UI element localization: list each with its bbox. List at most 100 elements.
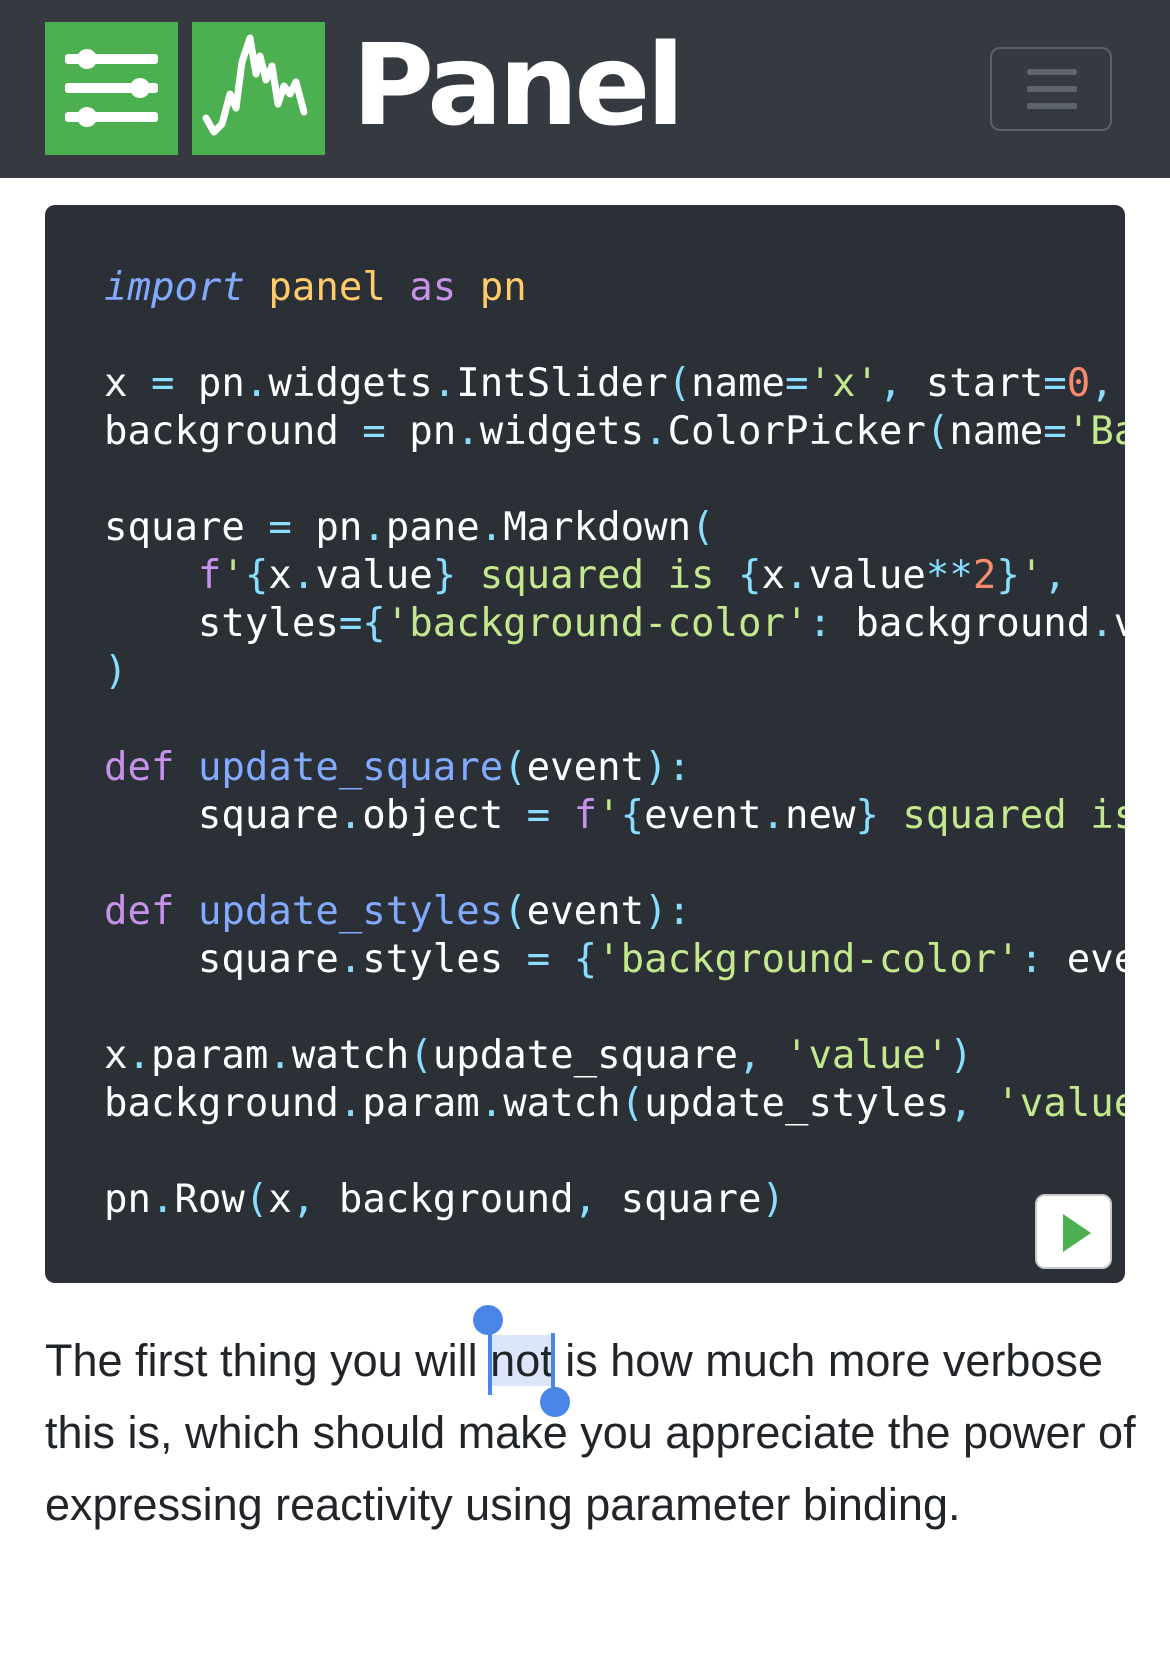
code-token: ): [644, 889, 692, 934]
code-token: . [338, 937, 363, 982]
code-line: square.object = f'{event.new} squared is [104, 792, 1125, 840]
code-token: v [1114, 601, 1125, 646]
code-token: : [808, 601, 832, 646]
code-token: } [855, 793, 879, 838]
code-token: pn [385, 409, 457, 454]
code-token: def [104, 745, 175, 790]
line-chart-icon[interactable] [192, 22, 325, 155]
code-token: . [479, 505, 504, 550]
code-token: . [432, 361, 457, 406]
code-token: = [1043, 409, 1067, 454]
code-token: x [104, 1033, 128, 1078]
code-token: background [315, 1177, 574, 1222]
code-token: x [761, 553, 785, 598]
code-token: ={ [338, 601, 386, 646]
code-token: 'background-color' [597, 937, 1020, 982]
code-token: ColorPicker [667, 409, 926, 454]
brand-title[interactable]: Panel [352, 16, 685, 156]
code-token: 2 [972, 553, 997, 598]
code-token: { [738, 553, 762, 598]
code-token: = [526, 793, 551, 838]
code-token: = [268, 505, 292, 550]
code-token: x [268, 553, 292, 598]
code-token: = [784, 361, 809, 406]
code-token: pn [104, 1177, 151, 1222]
code-token: ( [691, 505, 715, 550]
code-token: update_styles [644, 1081, 950, 1126]
code-token: watch [291, 1033, 410, 1078]
code-token: , [949, 1081, 973, 1126]
code-token: import [104, 265, 245, 310]
play-icon [1063, 1214, 1091, 1252]
code-token: background [831, 601, 1091, 646]
selected-word[interactable]: not [473, 1305, 570, 1417]
code-token: . [644, 409, 668, 454]
code-token: square [104, 505, 269, 550]
code-token: styles [362, 937, 527, 982]
code-token: square [104, 793, 339, 838]
code-token: ): [644, 745, 692, 790]
code-content: import panel as pn x = pn.widgets.IntSli… [104, 264, 1125, 1224]
selection-start-handle[interactable] [473, 1305, 504, 1335]
selection-start-bar [488, 1333, 493, 1395]
code-token: . [150, 1177, 175, 1222]
code-line: ) [104, 648, 1125, 696]
code-token: ) [104, 649, 128, 694]
code-token: { [620, 793, 645, 838]
code-line: styles={'background-color': background.v [104, 600, 1125, 648]
code-token: 'value [996, 1081, 1125, 1126]
code-token: ( [244, 1177, 269, 1222]
code-token: { [244, 553, 269, 598]
code-line: f'{x.value} squared is {x.value**2}', [104, 552, 1125, 600]
code-line: pn.Row(x, background, square) [104, 1176, 1125, 1224]
hamburger-menu-icon-bar [1027, 86, 1077, 92]
code-token: , [738, 1033, 762, 1078]
code-token: Row [174, 1177, 245, 1222]
code-token: def [104, 889, 175, 934]
code-token: . [362, 505, 386, 550]
code-token: . [338, 1081, 363, 1126]
code-token: = [526, 937, 551, 982]
run-code-button[interactable] [1035, 1194, 1112, 1269]
hamburger-menu-button[interactable] [990, 47, 1112, 131]
code-token: ' [597, 793, 621, 838]
code-token: square [104, 937, 339, 982]
code-token: ( [667, 361, 692, 406]
code-token: 0 [1066, 361, 1091, 406]
code-token: widgets [268, 361, 433, 406]
code-token: = [362, 409, 386, 454]
code-token: param [150, 1033, 269, 1078]
code-token: . [1090, 601, 1114, 646]
code-line: def update_styles(event): [104, 888, 1125, 936]
code-token: value [808, 553, 926, 598]
code-token: . [784, 553, 809, 598]
code-token: 'x' [808, 361, 879, 406]
body-paragraph: The first thing you will not is how much… [45, 1305, 1145, 1541]
code-token: f [197, 553, 222, 598]
code-token: event [526, 745, 645, 790]
code-token: name [949, 409, 1044, 454]
code-token: ( [925, 409, 950, 454]
code-token: 'background-color' [385, 601, 809, 646]
code-token: = [1043, 361, 1067, 406]
code-token: pane [385, 505, 480, 550]
code-line: x = pn.widgets.IntSlider(name='x', start… [104, 360, 1125, 408]
code-token: x [268, 1177, 292, 1222]
code-line: background.param.watch(update_styles, 'v… [104, 1080, 1125, 1128]
code-token: panel [268, 265, 386, 310]
code-line: square.styles = {'background-color': eve [104, 936, 1125, 984]
code-token: pn [174, 361, 245, 406]
sliders-icon[interactable] [45, 22, 178, 155]
code-token: . [338, 793, 363, 838]
selection-end-bar [550, 1333, 555, 1395]
code-token: x [104, 361, 151, 406]
selection-end-handle[interactable] [539, 1387, 570, 1417]
